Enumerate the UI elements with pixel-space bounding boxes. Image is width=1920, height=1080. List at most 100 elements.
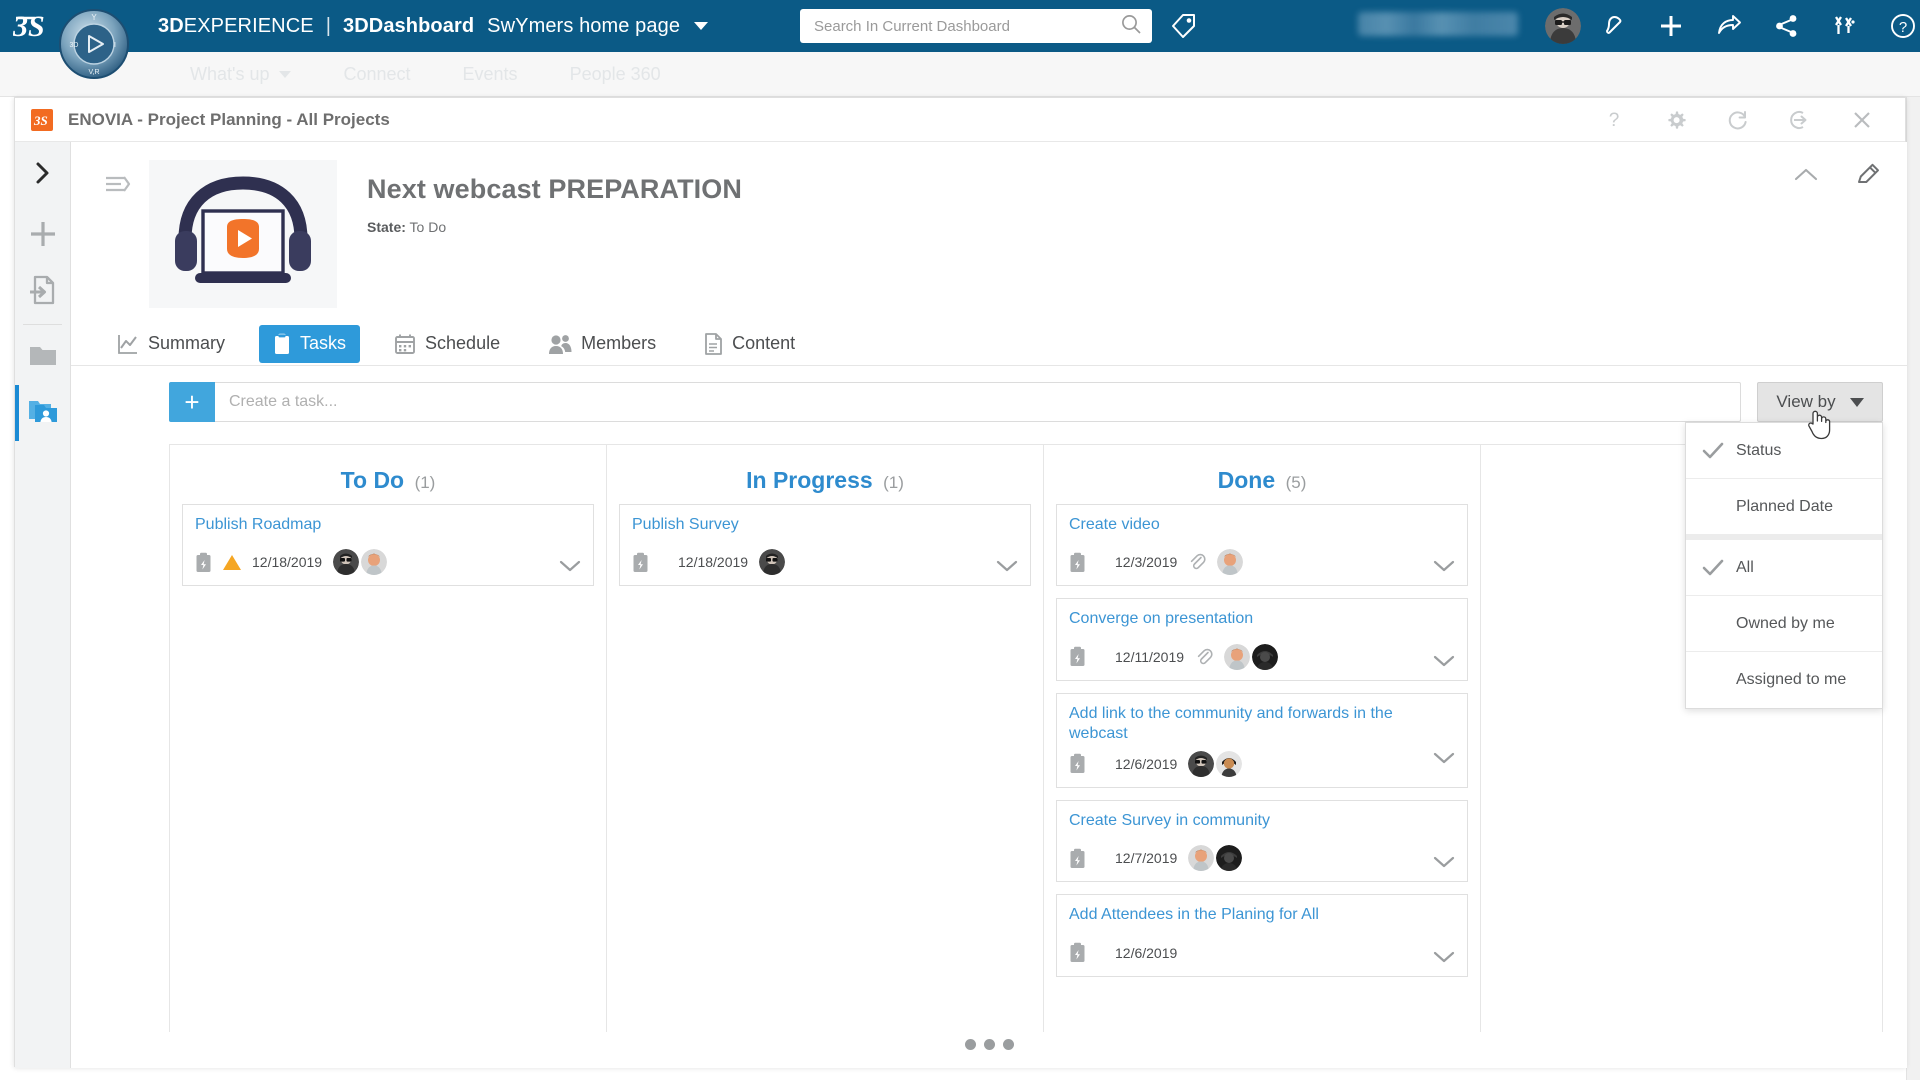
task-title[interactable]: Add link to the community and forwards i…	[1069, 704, 1455, 745]
chevron-down-icon[interactable]	[694, 22, 708, 30]
menu-item-status[interactable]: Status	[1686, 423, 1882, 479]
task-card[interactable]: Add Attendees in the Planing for All 12/…	[1056, 894, 1468, 976]
task-title[interactable]: Add Attendees in the Planing for All	[1069, 905, 1455, 925]
view-by-label: View by	[1776, 392, 1835, 412]
sub-nav-label: People 360	[570, 64, 661, 85]
chevron-down-icon[interactable]	[996, 559, 1018, 573]
task-card[interactable]: Publish Survey 12/18/2019	[619, 504, 1031, 586]
file-import-icon	[29, 275, 57, 310]
search-input[interactable]	[814, 18, 1120, 35]
task-card[interactable]: Converge on presentation 12/11/2019	[1056, 598, 1468, 680]
avatar[interactable]	[1216, 845, 1242, 871]
avatar[interactable]	[1188, 751, 1214, 777]
project-state: State: To Do	[367, 219, 742, 235]
pager-dot[interactable]	[1003, 1039, 1014, 1050]
task-card[interactable]: Create video 12/3/2019	[1056, 504, 1468, 586]
avatar[interactable]	[1224, 644, 1250, 670]
sub-nav-label: Connect	[343, 64, 410, 85]
3ds-logo-icon[interactable]: 3S	[0, 0, 66, 52]
task-card[interactable]: Publish Roadmap 12/18/2019	[182, 504, 594, 586]
column-count: (1)	[415, 473, 436, 492]
chevron-down-icon[interactable]	[559, 559, 581, 573]
rail-item-import[interactable]	[15, 264, 71, 320]
tab-schedule[interactable]: Schedule	[380, 325, 514, 363]
task-title[interactable]: Converge on presentation	[1069, 609, 1455, 629]
menu-item-planned-date[interactable]: Planned Date	[1686, 479, 1882, 535]
pager-dot[interactable]	[965, 1039, 976, 1050]
sub-nav-item-whats-up[interactable]: What's up	[190, 64, 291, 85]
bell-icon[interactable]	[1600, 13, 1626, 39]
task-title[interactable]: Create Survey in community	[1069, 811, 1455, 831]
page-scrollbar[interactable]	[1906, 52, 1920, 1080]
chevron-down-icon[interactable]	[1433, 654, 1455, 668]
communities-icon[interactable]	[1832, 13, 1858, 39]
column-title: In Progress	[746, 467, 873, 493]
tag-icon[interactable]	[1170, 12, 1198, 45]
sub-nav-item-people-360[interactable]: People 360	[570, 64, 661, 85]
pencil-icon[interactable]	[1855, 162, 1881, 188]
task-title[interactable]: Publish Survey	[632, 515, 1018, 535]
chevron-up-icon[interactable]	[1793, 166, 1819, 184]
chevron-down-icon[interactable]	[1433, 950, 1455, 964]
add-task-button[interactable]: +	[169, 382, 215, 422]
rail-item-projects[interactable]	[15, 385, 71, 441]
rail-item-expand-panel[interactable]	[15, 142, 71, 208]
avatar[interactable]	[333, 549, 359, 575]
task-meta: 12/6/2019	[1069, 940, 1455, 966]
task-title[interactable]: Publish Roadmap	[195, 515, 581, 535]
paperclip-icon[interactable]	[1195, 648, 1213, 666]
project-state-label: State:	[367, 219, 406, 235]
tab-content[interactable]: Content	[690, 325, 809, 363]
chevron-down-icon[interactable]	[279, 71, 291, 78]
open-in-icon[interactable]	[1789, 109, 1811, 131]
share-node-icon[interactable]	[1774, 13, 1800, 39]
avatar[interactable]	[1216, 751, 1242, 777]
chevron-down-icon[interactable]	[1433, 751, 1455, 765]
avatar[interactable]	[1252, 644, 1278, 670]
tab-summary[interactable]: Summary	[103, 325, 239, 363]
app-content: Next webcast PREPARATION State: To Do	[71, 142, 1907, 1068]
gear-icon[interactable]	[1665, 109, 1687, 131]
paperclip-icon[interactable]	[1188, 553, 1206, 571]
chart-line-icon	[117, 333, 139, 355]
search-box[interactable]	[800, 9, 1152, 43]
view-by-button[interactable]: View by	[1757, 382, 1883, 422]
kanban-board: To Do (1) Publish Roadmap	[169, 444, 1883, 1032]
pager-dot[interactable]	[984, 1039, 995, 1050]
sub-nav-item-connect[interactable]: Connect	[343, 64, 410, 85]
project-thumbnail[interactable]	[149, 160, 337, 308]
rail-item-folder[interactable]	[15, 329, 71, 385]
create-task-input[interactable]	[215, 382, 1741, 422]
chevron-down-icon[interactable]	[1433, 559, 1455, 573]
avatar[interactable]	[1545, 8, 1581, 44]
menu-item-assigned-to-me[interactable]: Assigned to me	[1686, 652, 1882, 708]
task-card[interactable]: Add link to the community and forwards i…	[1056, 693, 1468, 788]
refresh-icon[interactable]	[1727, 109, 1749, 131]
avatar[interactable]	[1188, 845, 1214, 871]
svg-text:3S: 3S	[13, 10, 45, 43]
tab-members[interactable]: Members	[534, 325, 670, 363]
brand-title[interactable]: 3DEXPERIENCE | 3DDashboard SwYmers home …	[158, 15, 708, 38]
compass-icon[interactable]: Y 3D I V,R	[58, 0, 130, 88]
help-icon[interactable]: ?	[1603, 109, 1625, 131]
menu-item-all[interactable]: All	[1686, 540, 1882, 596]
menu-item-owned-by-me[interactable]: Owned by me	[1686, 596, 1882, 652]
task-meta: 12/18/2019	[195, 549, 581, 575]
rail-item-add[interactable]	[15, 208, 71, 264]
avatar[interactable]	[361, 549, 387, 575]
chevron-down-icon[interactable]	[1433, 855, 1455, 869]
task-card[interactable]: Create Survey in community 12/7/2019	[1056, 800, 1468, 882]
tab-tasks[interactable]: Tasks	[259, 325, 360, 363]
app-window-title: ENOVIA - Project Planning - All Projects	[68, 110, 390, 130]
close-icon[interactable]	[1851, 109, 1873, 131]
list-menu-icon[interactable]	[103, 172, 131, 308]
plus-icon[interactable]	[1658, 13, 1684, 39]
avatar[interactable]	[759, 549, 785, 575]
user-name-redacted	[1358, 12, 1518, 36]
share-arrow-icon[interactable]	[1716, 13, 1742, 39]
sub-nav-item-events[interactable]: Events	[463, 64, 518, 85]
search-icon[interactable]	[1120, 13, 1142, 40]
avatar[interactable]	[1217, 549, 1243, 575]
task-title[interactable]: Create video	[1069, 515, 1455, 535]
help-circle-icon[interactable]: ?	[1890, 13, 1916, 39]
